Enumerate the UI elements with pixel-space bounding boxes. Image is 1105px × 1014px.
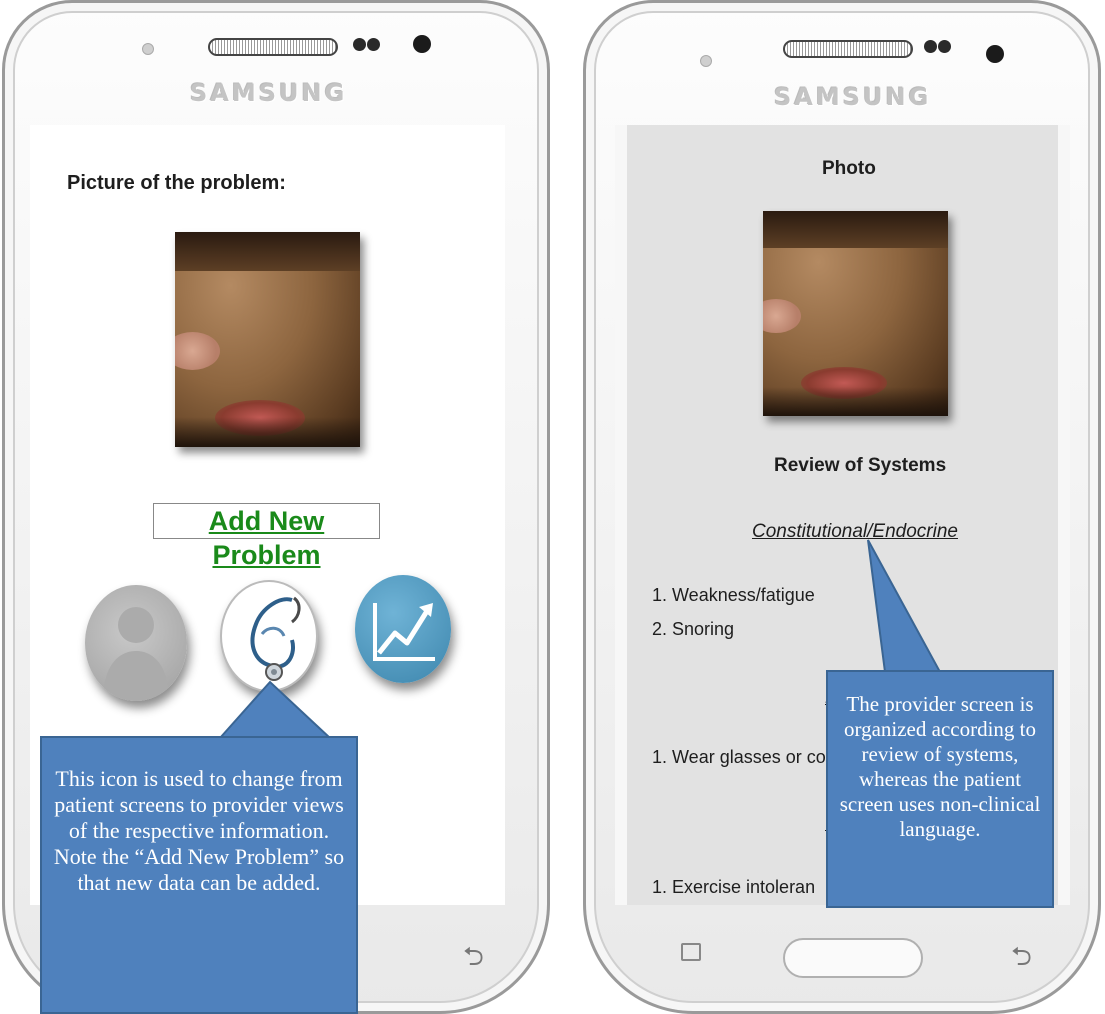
callout-right: The provider screen is organized accordi… [826,670,1054,908]
callout-left: This icon is used to change from patient… [40,736,358,1014]
